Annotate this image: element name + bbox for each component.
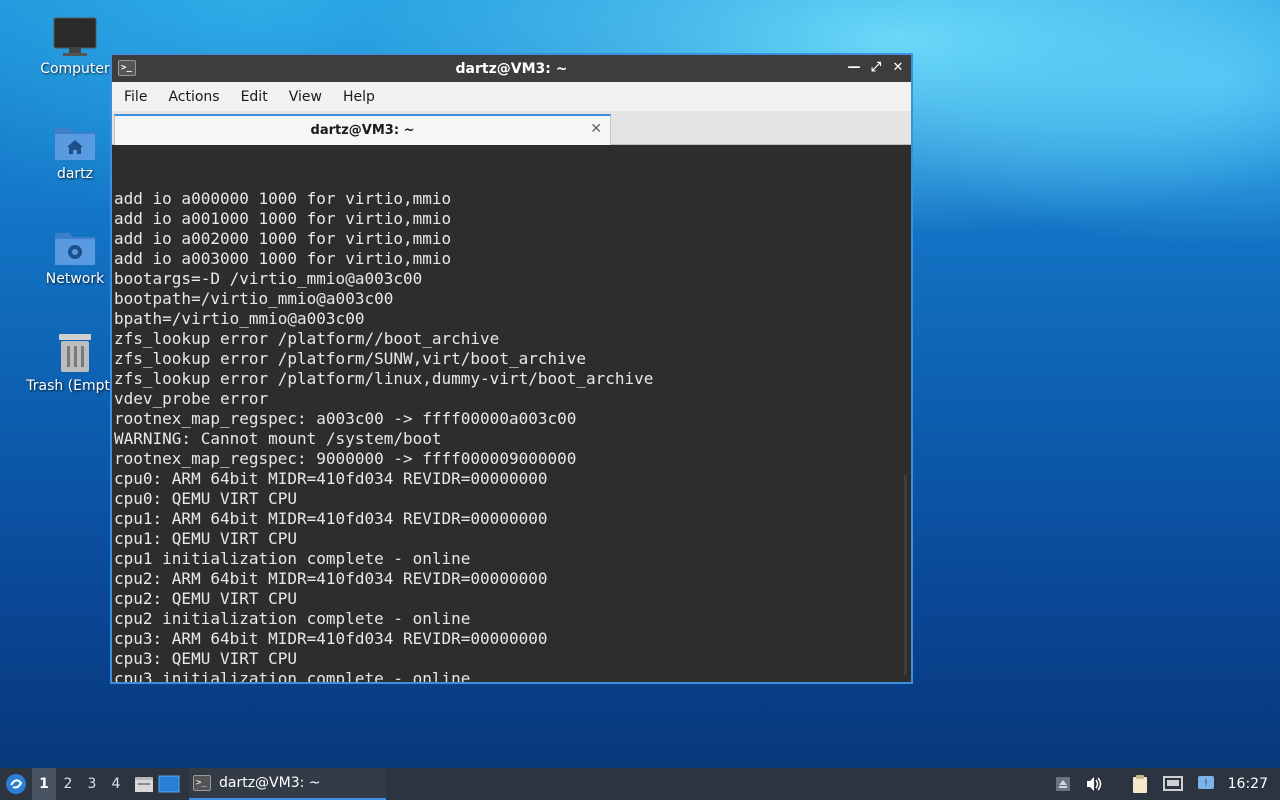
- terminal-line: cpu1 initialization complete - online: [114, 549, 471, 568]
- terminal-line: zfs_lookup error /platform//boot_archive: [114, 329, 500, 348]
- terminal-line: cpu2: QEMU VIRT CPU: [114, 589, 298, 608]
- system-tray: ! 16:27: [1048, 768, 1280, 800]
- terminal-line: cpu0: QEMU VIRT CPU: [114, 489, 298, 508]
- menu-help[interactable]: Help: [335, 89, 383, 105]
- terminal-line: cpu1: QEMU VIRT CPU: [114, 529, 298, 548]
- workspace-3[interactable]: 3: [80, 768, 104, 800]
- menu-edit[interactable]: Edit: [233, 89, 276, 105]
- terminal-scrollbar[interactable]: [904, 475, 907, 675]
- terminal-line: cpu3 initialization complete - online: [114, 669, 471, 682]
- workspace-4[interactable]: 4: [104, 768, 128, 800]
- desktop-icon: [158, 775, 180, 793]
- terminal-line: zfs_lookup error /platform/SUNW,virt/boo…: [114, 349, 587, 368]
- tab-bar: dartz@VM3: ~ ✕: [112, 111, 911, 145]
- terminal-line: add io a000000 1000 for virtio,mmio: [114, 189, 452, 208]
- file-manager-launcher[interactable]: [132, 768, 156, 800]
- taskbar: 1 2 3 4 >_ dartz@VM3: ~ ! 16:27: [0, 768, 1280, 800]
- terminal-line: cpu3: QEMU VIRT CPU: [114, 649, 298, 668]
- terminal-line: bpath=/virtio_mmio@a003c00: [114, 309, 365, 328]
- terminal-line: add io a002000 1000 for virtio,mmio: [114, 229, 452, 248]
- terminal-icon: >_: [193, 775, 211, 791]
- home-folder-icon: [55, 128, 95, 160]
- app-menu-icon: [6, 774, 26, 794]
- desktop-icon-label: dartz: [56, 166, 94, 182]
- menubar: File Actions Edit View Help: [112, 82, 911, 111]
- terminal-line: rootnex_map_regspec: 9000000 -> ffff0000…: [114, 449, 577, 468]
- menu-file[interactable]: File: [116, 89, 155, 105]
- minimize-icon[interactable]: —: [845, 59, 863, 77]
- eject-icon[interactable]: [1055, 776, 1071, 792]
- terminal-line: cpu2: ARM 64bit MIDR=410fd034 REVIDR=000…: [114, 569, 548, 588]
- show-desktop-button[interactable]: [156, 768, 182, 800]
- terminal-line: cpu2 initialization complete - online: [114, 609, 471, 628]
- terminal-line: zfs_lookup error /platform/linux,dummy-v…: [114, 369, 654, 388]
- network-folder-icon: [55, 233, 95, 265]
- menu-actions[interactable]: Actions: [160, 89, 227, 105]
- window-titlebar[interactable]: >_ dartz@VM3: ~ — ⤢ ✕: [112, 55, 911, 82]
- terminal-line: cpu0: ARM 64bit MIDR=410fd034 REVIDR=000…: [114, 469, 548, 488]
- terminal-line: cpu1: ARM 64bit MIDR=410fd034 REVIDR=000…: [114, 509, 548, 528]
- start-menu-button[interactable]: [0, 768, 32, 800]
- tab-terminal[interactable]: dartz@VM3: ~ ✕: [114, 114, 611, 145]
- window-title: dartz@VM3: ~: [455, 60, 568, 77]
- notification-icon[interactable]: !: [1197, 775, 1215, 793]
- tab-label: dartz@VM3: ~: [310, 123, 415, 138]
- tab-close-icon[interactable]: ✕: [590, 121, 602, 137]
- folder-icon: [135, 777, 153, 792]
- terminal-output[interactable]: add io a000000 1000 for virtio,mmio add i…: [112, 145, 911, 682]
- terminal-line: bootpath=/virtio_mmio@a003c00: [114, 289, 394, 308]
- terminal-line: vdev_probe error: [114, 389, 269, 408]
- workspace-2[interactable]: 2: [56, 768, 80, 800]
- terminal-line: rootnex_map_regspec: a003c00 -> ffff0000…: [114, 409, 577, 428]
- terminal-window[interactable]: >_ dartz@VM3: ~ — ⤢ ✕ File Actions Edit …: [110, 53, 913, 684]
- svg-text:!: !: [1204, 778, 1208, 789]
- volume-icon[interactable]: [1085, 776, 1103, 792]
- desktop-icon-label: Computer: [40, 61, 110, 77]
- desktop-icon-label: Network: [45, 271, 105, 287]
- terminal-line: WARNING: Cannot mount /system/boot: [114, 429, 442, 448]
- terminal-icon[interactable]: >_: [118, 60, 136, 76]
- close-icon[interactable]: ✕: [889, 59, 907, 77]
- clipboard-icon[interactable]: [1131, 774, 1149, 794]
- monitor-icon: [53, 17, 97, 56]
- clock[interactable]: 16:27: [1228, 776, 1268, 792]
- terminal-line: cpu3: ARM 64bit MIDR=410fd034 REVIDR=000…: [114, 629, 548, 648]
- trash-icon: [59, 334, 91, 372]
- terminal-line: bootargs=-D /virtio_mmio@a003c00: [114, 269, 423, 288]
- terminal-line: add io a003000 1000 for virtio,mmio: [114, 249, 452, 268]
- network-status-icon[interactable]: [1162, 775, 1183, 793]
- workspace-1[interactable]: 1: [32, 768, 56, 800]
- maximize-icon[interactable]: ⤢: [867, 59, 885, 77]
- taskbar-item-terminal[interactable]: >_ dartz@VM3: ~: [189, 768, 386, 800]
- menu-view[interactable]: View: [281, 89, 330, 105]
- taskbar-item-label: dartz@VM3: ~: [219, 775, 321, 791]
- terminal-line: add io a001000 1000 for virtio,mmio: [114, 209, 452, 228]
